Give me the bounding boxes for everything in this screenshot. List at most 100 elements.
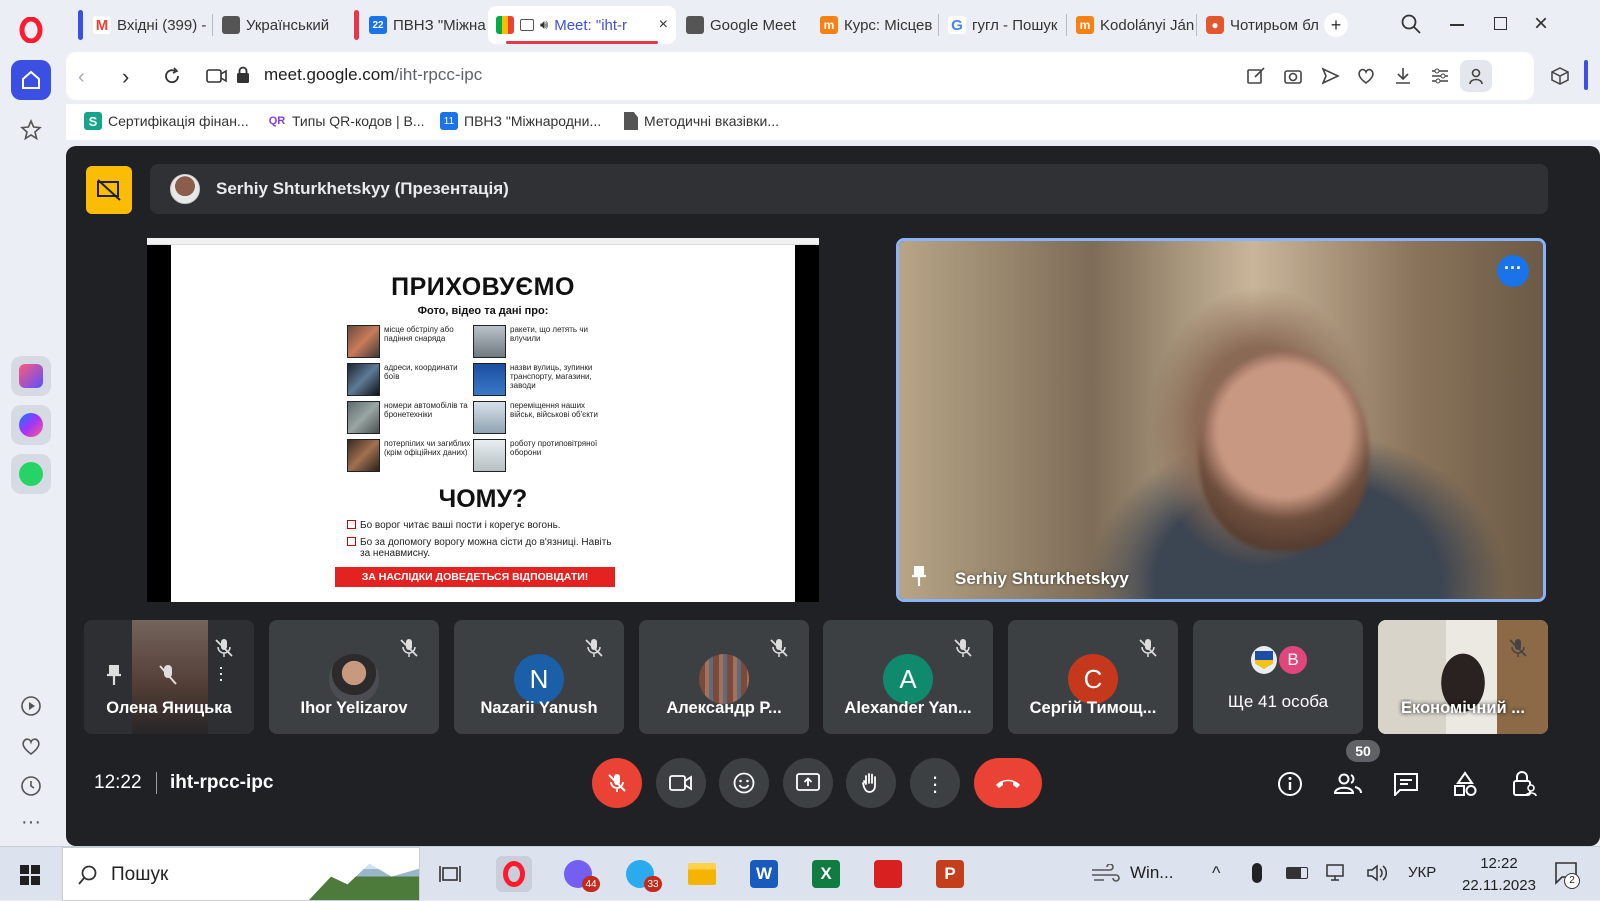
word-icon[interactable]: W [746, 856, 782, 892]
people-count-badge: 50 [1346, 740, 1380, 762]
speaker-video[interactable]: ··· Serhiy Shturkhetskyy [896, 238, 1546, 602]
notifications-icon[interactable]: 2 [1554, 861, 1580, 889]
heart-icon[interactable] [11, 726, 51, 766]
url-field[interactable]: meet.google.com/iht-rpcc-ipc [264, 65, 482, 85]
leave-call-button[interactable] [974, 758, 1042, 808]
heart-icon[interactable] [1356, 66, 1376, 86]
show-hidden-icons[interactable]: ^ [1212, 863, 1220, 884]
aria-icon[interactable] [11, 356, 51, 396]
profile-icon[interactable] [1460, 60, 1492, 92]
network-icon[interactable] [1326, 863, 1348, 883]
easy-setup-icon[interactable] [1430, 66, 1450, 86]
reload-icon[interactable] [162, 66, 182, 86]
input-language[interactable]: УКР [1408, 864, 1436, 881]
tab-chotyrom[interactable]: ● Чотирьом бл [1198, 6, 1322, 44]
weather-widget[interactable]: Win... [1090, 863, 1173, 883]
tab-google-search[interactable]: G гугл - Пошук [940, 6, 1064, 44]
tile-menu-icon[interactable]: · · · [218, 658, 224, 688]
bookmark-qr-types[interactable]: QR Типы QR-кодов | В... [268, 112, 425, 130]
forward-icon[interactable]: › [122, 64, 129, 90]
bookmark-pvnz[interactable]: 11 ПВНЗ "Міжнародни... [440, 112, 601, 130]
new-tab-button[interactable]: + [1324, 13, 1348, 37]
speaker-icon[interactable]: 🔊︎ [540, 17, 548, 33]
tab-course[interactable]: m Курс: Місцев [812, 6, 936, 44]
download-icon[interactable] [1393, 66, 1413, 86]
present-now-button[interactable] [783, 758, 833, 808]
shared-slide[interactable]: ПРИХОВУЄМО Фото, відео та дані про: місц… [147, 238, 819, 602]
send-icon[interactable] [1320, 66, 1340, 86]
tab-calendar[interactable]: 22 ПВНЗ "Міжна [346, 6, 486, 44]
close-tab-icon[interactable]: × [659, 16, 668, 34]
muted-mic-icon [584, 638, 604, 658]
participant-tile[interactable]: Економічний ... [1378, 620, 1548, 734]
camera-permission-icon[interactable] [206, 68, 228, 84]
player-icon[interactable] [11, 686, 51, 726]
tab-google-meet[interactable]: Google Meet [678, 6, 810, 44]
powerpoint-icon[interactable]: P [932, 856, 968, 892]
more-options-icon[interactable]: ··· [1497, 255, 1529, 287]
microphone-toggle-button[interactable] [592, 758, 642, 808]
lock-icon[interactable] [236, 66, 250, 84]
stop-presenting-icon[interactable] [86, 166, 132, 214]
bookmark-certification[interactable]: S Сертифікація фінан... [84, 112, 249, 130]
pin-icon[interactable] [911, 565, 927, 587]
history-icon[interactable] [11, 766, 51, 806]
restore-icon[interactable] [1494, 17, 1507, 30]
close-window-icon[interactable]: × [1534, 10, 1548, 38]
meet-window: Serhiy Shturkhetskyy (Презентація) ПРИХО… [66, 146, 1600, 846]
file-explorer-icon[interactable] [684, 856, 720, 892]
activities-button[interactable] [1447, 766, 1483, 802]
back-icon[interactable]: ‹ [78, 66, 85, 89]
tab-document[interactable]: Український [214, 6, 340, 44]
participant-tile[interactable]: · · · Олена Яницька [84, 620, 254, 734]
clock-time: 12:22 [1480, 855, 1518, 872]
more-icon[interactable]: ··· [11, 802, 51, 842]
opera-taskbar-icon[interactable] [496, 856, 532, 892]
more-participants-tile[interactable]: B Ще 41 особа [1193, 620, 1363, 734]
reactions-button[interactable] [719, 758, 769, 808]
host-controls-button[interactable] [1506, 766, 1542, 802]
taskbar-search-field[interactable]: Пошук [62, 847, 420, 901]
viber-icon[interactable]: 44 [560, 856, 600, 892]
participant-tile[interactable]: Ihor Yelizarov [269, 620, 439, 734]
tab-kodolanyi[interactable]: m Kodolányi Ján [1068, 6, 1194, 44]
participant-tile[interactable]: Александр Р... [639, 620, 809, 734]
people-button[interactable] [1330, 766, 1366, 802]
clock[interactable]: 12:22 22.11.2023 [1462, 853, 1536, 897]
volume-icon[interactable] [1366, 863, 1388, 883]
participant-tile[interactable]: С Сергій Тимощ... [1008, 620, 1178, 734]
acrobat-icon[interactable] [870, 856, 906, 892]
chat-button[interactable] [1388, 766, 1424, 802]
camera-snapshot-icon[interactable] [1283, 66, 1303, 86]
presenter-title: Serhiy Shturkhetskyy (Презентація) [216, 179, 509, 198]
excel-icon[interactable]: X [808, 856, 844, 892]
participant-tile[interactable]: N Nazarii Yanush [454, 620, 624, 734]
extensions-icon[interactable] [1550, 66, 1570, 86]
meeting-details-button[interactable] [1272, 766, 1308, 802]
hang-up-icon [996, 779, 1020, 788]
windows-start-icon[interactable] [20, 865, 40, 885]
tab-meet[interactable]: 🔊︎ Meet: "iht-r × [488, 6, 676, 44]
meeting-code[interactable]: iht-rpcc-ipc [170, 772, 273, 794]
minimize-icon[interactable] [1450, 24, 1464, 26]
star-icon[interactable] [11, 110, 51, 150]
task-view-icon[interactable] [432, 856, 468, 892]
camera-toggle-button[interactable] [656, 758, 706, 808]
bookmark-guidelines[interactable]: Методичні вказівки... [624, 112, 779, 130]
opera-logo-icon[interactable] [11, 10, 51, 50]
participant-tile[interactable]: A Alexander Yan... [823, 620, 993, 734]
more-options-button[interactable]: · · · [910, 758, 960, 808]
telegram-icon[interactable]: 33 [622, 856, 662, 892]
tab-gmail[interactable]: M Вхідні (399) - [70, 6, 210, 44]
pin-icon[interactable] [106, 664, 122, 686]
snapshot-edit-icon[interactable] [1246, 66, 1266, 86]
messenger-icon[interactable] [11, 405, 51, 445]
slide-title: ПРИХОВУЄМО [391, 273, 575, 301]
search-tabs-icon[interactable] [1400, 13, 1422, 35]
home-icon[interactable] [11, 60, 51, 100]
whatsapp-icon[interactable] [11, 454, 51, 494]
battery-icon[interactable] [1286, 867, 1308, 879]
raise-hand-button[interactable] [846, 758, 896, 808]
picture-in-picture-icon[interactable] [520, 19, 534, 31]
microphone-tray-icon[interactable] [1252, 863, 1262, 883]
